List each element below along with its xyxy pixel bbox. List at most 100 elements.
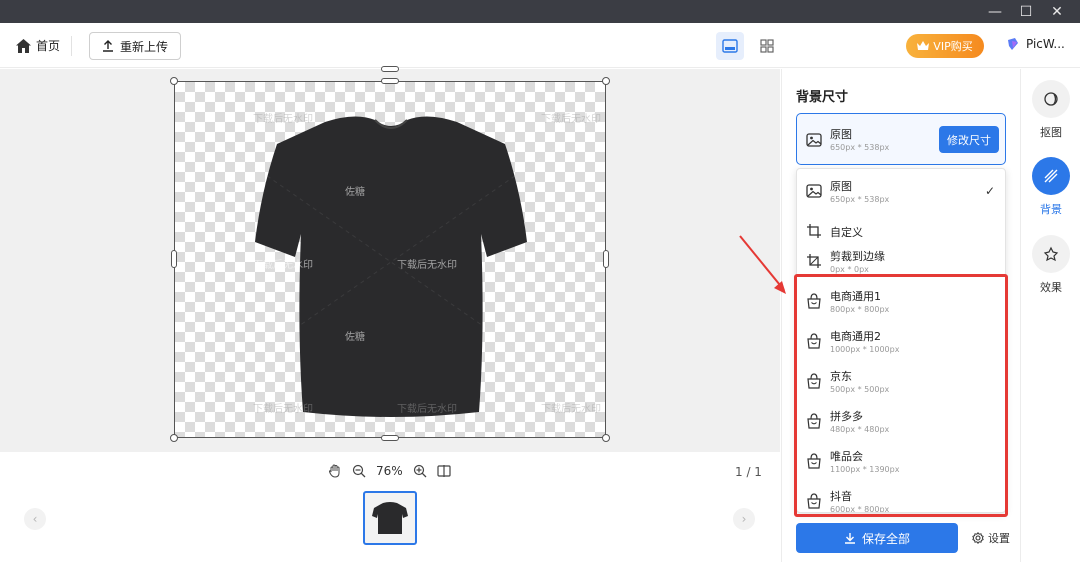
bottom-strip: 76% 1 / 1 ‹ ›: [0, 452, 780, 562]
size-option-original[interactable]: 原图 650px * 538px ✓: [797, 172, 1005, 212]
page-indicator: 1 / 1: [735, 465, 762, 479]
modify-size-button[interactable]: 修改尺寸: [939, 126, 999, 153]
home-button[interactable]: 首页: [16, 37, 60, 54]
size-option-douyin[interactable]: 抖音 600px * 800px: [797, 482, 1005, 512]
background-size-panel: 背景尺寸 原图 650px * 538px 修改尺寸 原图 650px * 53…: [781, 69, 1020, 562]
size-dropdown-list: 原图 650px * 538px ✓ 自定义 剪裁到边缘 0px * 0px 电…: [796, 168, 1006, 513]
rail-item-cutout[interactable]: 抠图: [1032, 80, 1070, 140]
minimize-button[interactable]: —: [980, 0, 1010, 23]
canvas-area: 佐糖 下载后无水印 下载后无水印 佐糖 下载后无水印 下载后无水印 下载后无水印…: [0, 66, 780, 452]
size-option-jd[interactable]: 京东 500px * 500px: [797, 362, 1005, 402]
image-icon: [806, 184, 822, 198]
vip-label: VIP购买: [933, 40, 973, 53]
size-option-name: 唯品会: [830, 450, 863, 463]
size-option-name: 电商通用1: [830, 290, 881, 303]
brand-account[interactable]: PicW...: [1006, 37, 1065, 51]
crop-edge-icon: [807, 254, 821, 268]
toolbar: 首页 重新上传 VIP购买 PicW...: [0, 23, 1080, 68]
zoom-in-icon[interactable]: [413, 464, 427, 478]
zoom-controls: 76%: [328, 464, 451, 478]
background-stripes-icon: [1044, 169, 1058, 183]
close-button[interactable]: ✕: [1042, 0, 1072, 23]
shop-bag-icon: [807, 293, 821, 309]
effects-icon: [1043, 246, 1059, 262]
panel-title: 背景尺寸: [796, 90, 849, 105]
vip-purchase-button[interactable]: VIP购买: [906, 34, 984, 58]
watermark-text: 下载后无水印: [397, 404, 457, 415]
chevron-right-icon: ›: [741, 512, 747, 526]
size-option-pinduoduo[interactable]: 拼多多 480px * 480px: [797, 402, 1005, 442]
size-option-name: 电商通用2: [830, 330, 881, 343]
resize-handle-bottom-left[interactable]: [170, 434, 178, 442]
resize-handle-left[interactable]: [171, 250, 177, 268]
size-option-ecommerce-2[interactable]: 电商通用2 1000px * 1000px: [797, 322, 1005, 362]
rail-item-background[interactable]: 背景: [1032, 157, 1070, 217]
resize-handle-top[interactable]: [381, 78, 399, 84]
rail-circle: [1032, 157, 1070, 195]
watermark-text: 下载后无水印: [397, 260, 457, 271]
watermark-text: 下载后无水印: [541, 114, 601, 125]
save-all-button[interactable]: 保存全部: [796, 523, 958, 553]
resize-handle-right[interactable]: [603, 250, 609, 268]
reupload-button[interactable]: 重新上传: [89, 32, 181, 60]
reupload-label: 重新上传: [119, 39, 168, 54]
rotate-handle[interactable]: [381, 66, 399, 72]
maximize-button[interactable]: ☐: [1011, 0, 1041, 23]
grid-view-icon: [760, 39, 774, 53]
size-option-name: 抖音: [830, 490, 852, 503]
size-option-crop-to-edge[interactable]: 剪裁到边缘 0px * 0px: [797, 242, 1005, 282]
size-option-dimensions: 500px * 500px: [830, 385, 890, 394]
rail-label: 背景: [1040, 203, 1062, 216]
chevron-left-icon: ‹: [32, 512, 38, 526]
size-option-name: 剪裁到边缘: [830, 250, 885, 263]
rail-label: 效果: [1040, 281, 1062, 294]
rail-item-effects[interactable]: 效果: [1032, 235, 1070, 295]
rail-circle: [1032, 235, 1070, 273]
brand-label: PicW...: [1026, 37, 1065, 51]
download-icon: [844, 533, 855, 544]
red-arrow-annotation: [739, 235, 786, 294]
image-artboard[interactable]: 佐糖 下载后无水印 下载后无水印 佐糖 下载后无水印 下载后无水印 下载后无水印…: [174, 81, 606, 438]
current-size-name: 原图: [830, 128, 852, 141]
shop-bag-icon: [807, 413, 821, 429]
tshirt-thumbnail-icon: [372, 502, 408, 534]
minimize-icon: —: [988, 3, 1002, 20]
compare-icon[interactable]: [437, 464, 451, 478]
upload-icon: [102, 40, 113, 52]
tool-rail: 抠图 背景 效果: [1020, 69, 1080, 562]
hand-pan-icon[interactable]: [328, 464, 342, 478]
current-size-card[interactable]: 原图 650px * 538px 修改尺寸: [796, 113, 1006, 165]
prev-image-button[interactable]: ‹: [24, 508, 46, 530]
resize-handle-top-left[interactable]: [170, 77, 178, 85]
size-option-vipshop[interactable]: 唯品会 1100px * 1390px: [797, 442, 1005, 482]
size-option-dimensions: 650px * 538px: [830, 195, 890, 204]
size-option-dimensions: 1100px * 1390px: [830, 465, 900, 474]
close-icon: ✕: [1051, 3, 1063, 20]
cutout-icon: [1044, 92, 1058, 106]
grid-view-button[interactable]: [753, 32, 781, 60]
save-all-label: 保存全部: [861, 531, 910, 546]
watermark-text: 下载后无水印: [253, 260, 313, 271]
settings-button[interactable]: 设置: [972, 530, 1010, 546]
shop-bag-icon: [807, 493, 821, 509]
home-icon: [16, 38, 31, 53]
image-thumbnail[interactable]: [363, 491, 417, 545]
size-option-name: 自定义: [830, 226, 863, 239]
rail-label: 抠图: [1040, 126, 1062, 139]
watermark-text: 下载后无水印: [541, 404, 601, 415]
maximize-icon: ☐: [1019, 3, 1033, 20]
size-option-name: 京东: [830, 370, 852, 383]
next-image-button[interactable]: ›: [733, 508, 755, 530]
crop-icon: [807, 224, 821, 238]
resize-handle-top-right[interactable]: [602, 77, 610, 85]
single-view-button[interactable]: [716, 32, 744, 60]
size-option-name: 拼多多: [830, 410, 863, 423]
zoom-out-icon[interactable]: [352, 464, 366, 478]
size-option-name: 原图: [830, 180, 852, 193]
shop-bag-icon: [807, 453, 821, 469]
size-option-ecommerce-1[interactable]: 电商通用1 800px * 800px: [797, 282, 1005, 322]
resize-handle-bottom-right[interactable]: [602, 434, 610, 442]
settings-label: 设置: [988, 532, 1010, 545]
resize-handle-bottom[interactable]: [381, 435, 399, 441]
size-option-dimensions: 0px * 0px: [830, 265, 869, 274]
